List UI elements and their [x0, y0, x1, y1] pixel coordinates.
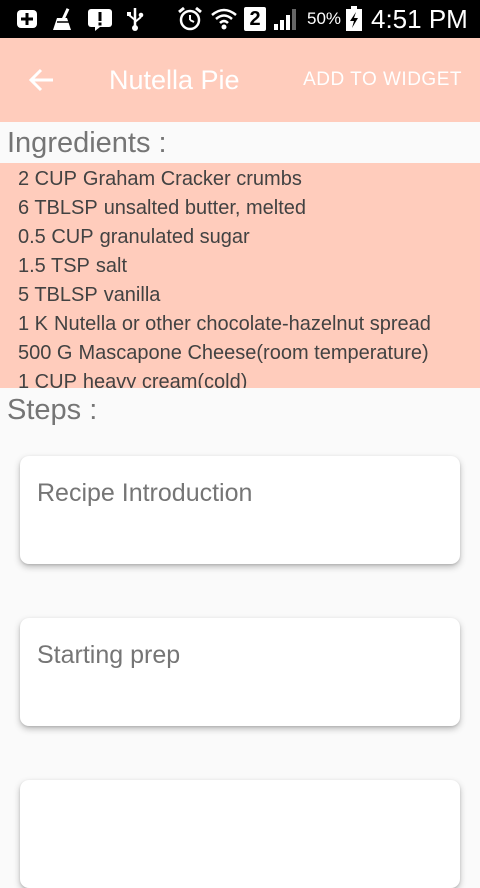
ingredient-quantity: 500 G: [18, 342, 73, 364]
ingredient-quantity: 5 TBLSP: [18, 284, 98, 306]
ingredient-quantity: 1 K: [18, 313, 49, 335]
ingredient-name: salt: [95, 255, 128, 277]
ingredients-heading: Ingredients :: [7, 127, 167, 159]
add-notification-icon: [14, 7, 40, 31]
ingredient-name: Mascapone Cheese(room temperature): [78, 342, 429, 364]
ingredient-item: 5 TBLSP vanilla: [18, 283, 160, 307]
page-title: Nutella Pie: [109, 65, 240, 95]
ingredient-name: vanilla: [103, 284, 161, 306]
alarm-icon: [176, 6, 204, 31]
battery-charging-icon: [344, 6, 364, 31]
step-title: Recipe Introduction: [37, 479, 253, 507]
ingredient-quantity: 2 CUP: [18, 168, 77, 190]
step-title: Starting prep: [37, 641, 181, 669]
sim-slot-number: 2: [249, 7, 261, 30]
ingredient-name: unsalted butter, melted: [103, 197, 307, 219]
battery-percent: 50%: [307, 9, 342, 28]
ingredient-name: Nutella or other chocolate-hazelnut spre…: [54, 313, 431, 335]
step-card[interactable]: [20, 780, 460, 888]
ingredient-quantity: 1.5 TSP: [18, 255, 90, 277]
arrow-back-icon: [28, 68, 53, 92]
wifi-icon: [210, 7, 238, 31]
clock: 4:51 PM: [371, 4, 468, 34]
ingredient-name: Graham Cracker crumbs: [82, 168, 302, 190]
ingredient-item: 1.5 TSP salt: [18, 254, 127, 278]
ingredient-item: 2 CUP Graham Cracker crumbs: [18, 167, 302, 191]
ingredient-item: 500 G Mascapone Cheese(room temperature): [18, 341, 429, 365]
alert-icon: [86, 7, 114, 31]
ingredients-list[interactable]: 2 CUP Graham Cracker crumbs 6 TBLSP unsalt…: [0, 163, 480, 388]
signal-icon: [272, 7, 300, 31]
step-card[interactable]: Starting prep: [20, 618, 460, 726]
broom-icon: [48, 7, 76, 31]
ingredient-quantity: 6 TBLSP: [18, 197, 98, 219]
ingredient-item: 1 K Nutella or other chocolate-hazelnut s…: [18, 312, 431, 336]
toolbar: Nutella Pie ADD TO WIDGET: [0, 38, 480, 122]
ingredient-name: heavy cream(cold): [82, 371, 248, 388]
ingredient-name: granulated sugar: [99, 226, 250, 248]
add-to-widget-button[interactable]: ADD TO WIDGET: [303, 69, 462, 91]
step-card[interactable]: Recipe Introduction: [20, 456, 460, 564]
steps-heading: Steps :: [7, 394, 98, 426]
ingredient-item: 0.5 CUP granulated sugar: [18, 225, 250, 249]
status-bar: 2 50% 4:51 PM: [0, 0, 480, 38]
sim-slot-icon: 2: [244, 7, 266, 31]
ingredient-quantity: 0.5 CUP: [18, 226, 94, 248]
ingredient-quantity: 1 CUP: [18, 371, 77, 388]
usb-icon: [124, 7, 146, 31]
ingredient-item: 1 CUP heavy cream(cold): [18, 370, 247, 388]
ingredient-item: 6 TBLSP unsalted butter, melted: [18, 196, 306, 220]
back-button[interactable]: [22, 60, 62, 100]
